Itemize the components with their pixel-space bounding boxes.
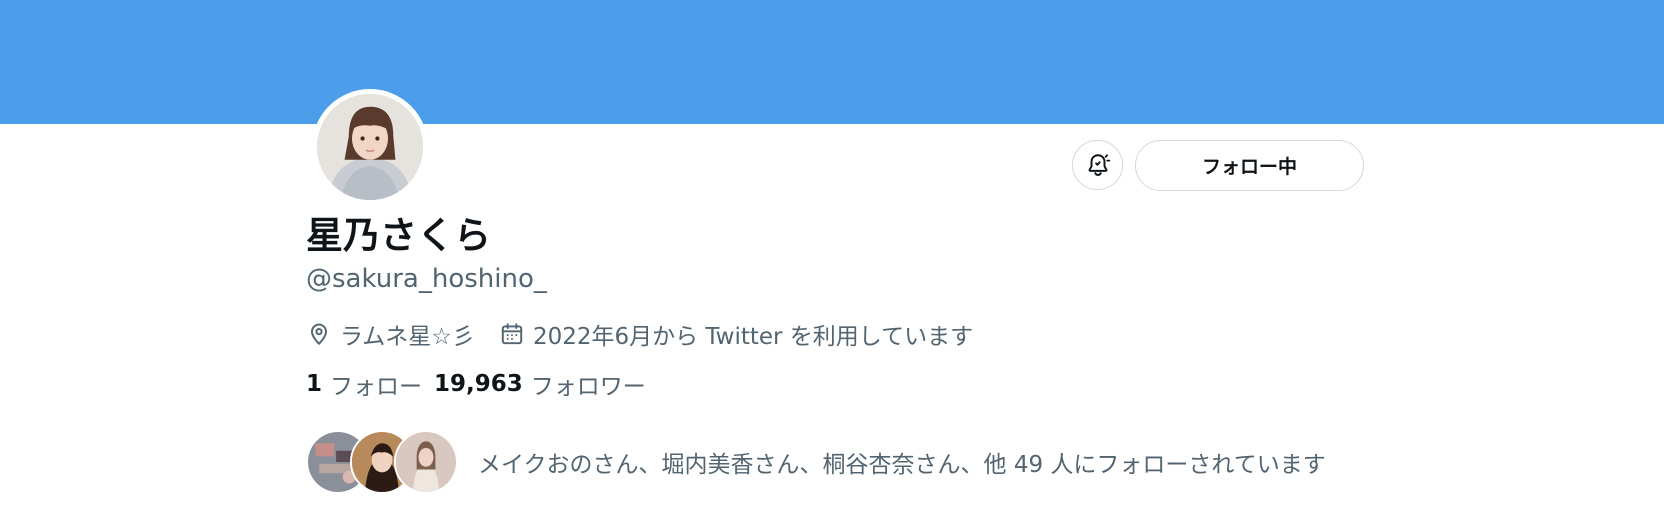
location-text: ラムネ星☆彡 xyxy=(340,324,475,350)
profile-meta: ラムネ星☆彡 2022年6月から Twitter を利用しています xyxy=(306,316,997,352)
user-handle: @sakura_hoshino_ xyxy=(306,264,547,294)
followed-by[interactable]: メイクおのさん、堀内美香さん、桐谷杏奈さん、他 49 人にフォローされています xyxy=(306,430,1326,494)
following-count: 1 xyxy=(306,371,323,397)
followed-by-avatars xyxy=(306,430,458,494)
profile-banner[interactable] xyxy=(0,0,1664,124)
followers-stat[interactable]: 19,963 フォロワー xyxy=(434,367,646,401)
display-name: 星乃さくら xyxy=(306,214,491,257)
following-label: フォロー xyxy=(330,374,423,400)
following-button[interactable]: フォロー中 xyxy=(1135,140,1364,191)
following-stat[interactable]: 1 フォロー xyxy=(306,367,422,401)
calendar-icon xyxy=(501,323,523,345)
avatar-image xyxy=(317,94,423,200)
profile-avatar[interactable] xyxy=(312,89,428,205)
follow-stats: 1 フォロー 19,963 フォロワー xyxy=(306,366,658,402)
follower-avatar xyxy=(394,430,458,494)
followers-label: フォロワー xyxy=(530,374,646,400)
followed-by-text: メイクおのさん、堀内美香さん、桐谷杏奈さん、他 49 人にフォローされています xyxy=(478,452,1326,478)
join-date-text: 2022年6月から Twitter を利用しています xyxy=(532,324,974,350)
notification-button[interactable] xyxy=(1072,140,1123,190)
location-pin-icon xyxy=(310,323,328,345)
followers-count: 19,963 xyxy=(434,371,523,397)
location: ラムネ星☆彡 xyxy=(306,317,475,351)
join-date: 2022年6月から Twitter を利用しています xyxy=(499,317,973,351)
bell-check-icon xyxy=(1088,154,1110,176)
